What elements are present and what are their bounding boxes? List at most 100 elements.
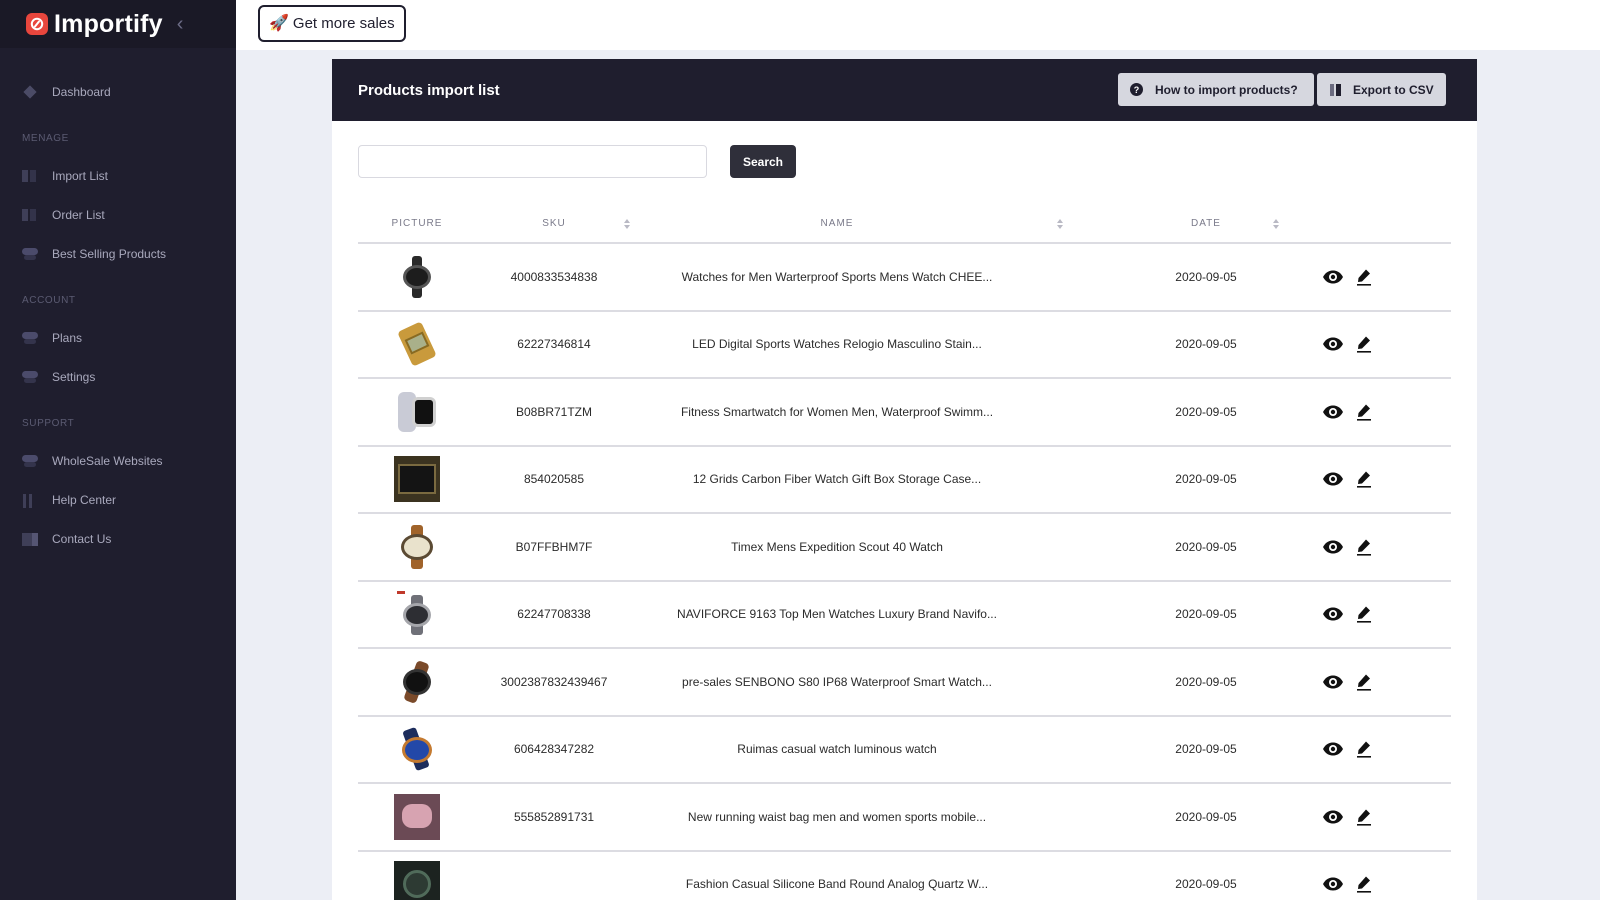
edit-pencil-icon[interactable] bbox=[1356, 470, 1372, 488]
product-date: 2020-09-05 bbox=[1111, 379, 1301, 445]
product-date: 2020-09-05 bbox=[1111, 649, 1301, 715]
sort-date-icon[interactable] bbox=[1273, 219, 1279, 229]
thumbnail-face bbox=[401, 534, 433, 560]
edit-pencil-icon[interactable] bbox=[1356, 605, 1372, 623]
products-import-card: Products import list ? How to import pro… bbox=[332, 59, 1477, 900]
thumbnail-face bbox=[403, 870, 431, 898]
search-input[interactable] bbox=[358, 145, 707, 178]
sort-name-icon[interactable] bbox=[1057, 219, 1063, 229]
sidebar-item-label: Dashboard bbox=[52, 85, 111, 99]
product-sku: 62247708338 bbox=[476, 582, 632, 648]
product-thumbnail-w-round[interactable] bbox=[394, 254, 440, 300]
product-thumbnail-w-smart[interactable] bbox=[394, 389, 440, 435]
product-name: LED Digital Sports Watches Relogio Mascu… bbox=[632, 312, 1042, 378]
product-sku: 3002387832439467 bbox=[476, 649, 632, 715]
view-eye-icon[interactable] bbox=[1322, 607, 1344, 621]
pill-icon bbox=[22, 455, 38, 467]
products-table: PICTURE SKU NAME DATE 4000833534838 Watc… bbox=[358, 205, 1451, 900]
sidebar-item-label: Order List bbox=[52, 208, 105, 222]
sidebar-item-dashboard[interactable]: Dashboard bbox=[0, 72, 236, 111]
sidebar-item-settings[interactable]: Settings bbox=[0, 357, 236, 396]
row-actions bbox=[1318, 244, 1448, 310]
edit-pencil-icon[interactable] bbox=[1356, 875, 1372, 893]
product-sku: B07FFBHM7F bbox=[476, 514, 632, 580]
thumbnail-inner bbox=[402, 804, 432, 828]
row-actions bbox=[1318, 717, 1448, 783]
row-actions bbox=[1318, 447, 1448, 513]
table-row: 606428347282 Ruimas casual watch luminou… bbox=[358, 717, 1451, 785]
brand-name: Importify bbox=[54, 10, 163, 39]
sidebar-item-wholesale-websites[interactable]: WholeSale Websites bbox=[0, 441, 236, 480]
edit-pencil-icon[interactable] bbox=[1356, 740, 1372, 758]
grid-icon bbox=[22, 170, 38, 182]
product-thumbnail-w-dark[interactable] bbox=[394, 861, 440, 900]
sidebar-section-title: MENAGE bbox=[0, 133, 236, 144]
product-name: New running waist bag men and women spor… bbox=[632, 784, 1042, 850]
brand[interactable]: Importify ‹ bbox=[0, 0, 236, 48]
product-sku bbox=[476, 852, 632, 900]
column-sku[interactable]: SKU bbox=[476, 218, 632, 229]
sidebar-item-label: Best Selling Products bbox=[52, 247, 166, 261]
view-eye-icon[interactable] bbox=[1322, 877, 1344, 891]
sidebar-item-help-center[interactable]: Help Center bbox=[0, 480, 236, 519]
edit-pencil-icon[interactable] bbox=[1356, 538, 1372, 556]
product-thumbnail-w-gold[interactable] bbox=[394, 321, 440, 367]
product-thumbnail-w-smart2[interactable] bbox=[394, 659, 440, 705]
importify-logo-icon bbox=[26, 13, 48, 35]
sidebar-item-label: Settings bbox=[52, 370, 95, 384]
search-row: Search bbox=[358, 145, 796, 178]
product-name: Fitness Smartwatch for Women Men, Waterp… bbox=[632, 379, 1042, 445]
view-eye-icon[interactable] bbox=[1322, 472, 1344, 486]
product-thumbnail-w-steel[interactable] bbox=[394, 591, 440, 637]
sidebar-item-best-selling-products[interactable]: Best Selling Products bbox=[0, 234, 236, 273]
export-csv-button[interactable]: Export to CSV bbox=[1317, 73, 1446, 106]
question-icon: ? bbox=[1130, 83, 1143, 96]
sort-sku-icon[interactable] bbox=[624, 219, 630, 229]
sidebar-item-import-list[interactable]: Import List bbox=[0, 156, 236, 195]
page-title: Products import list bbox=[358, 82, 500, 99]
product-picture-cell bbox=[358, 649, 476, 715]
product-name: NAVIFORCE 9163 Top Men Watches Luxury Br… bbox=[632, 582, 1042, 648]
collapse-sidebar-icon[interactable]: ‹ bbox=[177, 14, 184, 34]
edit-pencil-icon[interactable] bbox=[1356, 335, 1372, 353]
product-thumbnail-w-box[interactable] bbox=[394, 456, 440, 502]
sidebar-section-title: ACCOUNT bbox=[0, 295, 236, 306]
product-picture-cell bbox=[358, 312, 476, 378]
view-eye-icon[interactable] bbox=[1322, 270, 1344, 284]
sidebar-nav: Dashboard MENAGE Import List Order List … bbox=[0, 48, 236, 558]
sidebar-item-contact-us[interactable]: Contact Us bbox=[0, 519, 236, 558]
edit-pencil-icon[interactable] bbox=[1356, 808, 1372, 826]
how-to-import-button[interactable]: ? How to import products? bbox=[1118, 73, 1314, 106]
edit-pencil-icon[interactable] bbox=[1356, 268, 1372, 286]
table-row: 854020585 12 Grids Carbon Fiber Watch Gi… bbox=[358, 447, 1451, 515]
sidebar-item-order-list[interactable]: Order List bbox=[0, 195, 236, 234]
pill-icon bbox=[22, 248, 38, 260]
product-picture-cell bbox=[358, 379, 476, 445]
sidebar-item-label: Contact Us bbox=[52, 532, 111, 546]
column-name[interactable]: NAME bbox=[632, 218, 1042, 229]
search-button[interactable]: Search bbox=[730, 145, 796, 178]
export-csv-label: Export to CSV bbox=[1353, 83, 1434, 97]
table-row: 3002387832439467 pre-sales SENBONO S80 I… bbox=[358, 649, 1451, 717]
rocket-icon: 🚀 bbox=[269, 16, 289, 32]
view-eye-icon[interactable] bbox=[1322, 540, 1344, 554]
view-eye-icon[interactable] bbox=[1322, 675, 1344, 689]
sidebar-item-plans[interactable]: Plans bbox=[0, 318, 236, 357]
product-thumbnail-w-brown[interactable] bbox=[394, 524, 440, 570]
view-eye-icon[interactable] bbox=[1322, 810, 1344, 824]
product-date: 2020-09-05 bbox=[1111, 244, 1301, 310]
edit-pencil-icon[interactable] bbox=[1356, 673, 1372, 691]
grid-icon bbox=[22, 209, 38, 221]
bars-icon bbox=[22, 494, 38, 506]
product-thumbnail-w-bag[interactable] bbox=[394, 794, 440, 840]
view-eye-icon[interactable] bbox=[1322, 742, 1344, 756]
product-date: 2020-09-05 bbox=[1111, 582, 1301, 648]
get-more-sales-button[interactable]: 🚀 Get more sales bbox=[258, 5, 406, 42]
row-actions bbox=[1318, 649, 1448, 715]
how-to-import-label: How to import products? bbox=[1155, 83, 1298, 97]
product-thumbnail-w-blue[interactable] bbox=[394, 726, 440, 772]
view-eye-icon[interactable] bbox=[1322, 337, 1344, 351]
export-icon bbox=[1329, 83, 1343, 97]
edit-pencil-icon[interactable] bbox=[1356, 403, 1372, 421]
view-eye-icon[interactable] bbox=[1322, 405, 1344, 419]
